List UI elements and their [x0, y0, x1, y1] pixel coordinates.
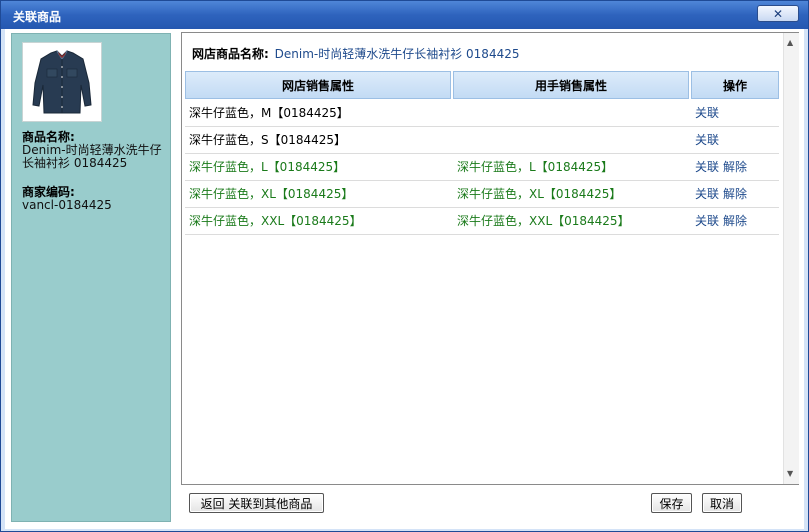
denim-shirt-image — [22, 42, 102, 122]
actions-cell: 关联 — [695, 127, 723, 153]
link-button[interactable]: 关联 — [695, 133, 719, 147]
actions-cell: 关联 解除 — [695, 154, 751, 180]
column-header-mapped-attr: 用手销售属性 — [453, 71, 689, 99]
scroll-up-icon[interactable]: ▲ — [787, 39, 793, 47]
product-name-label: 商品名称: — [22, 130, 75, 144]
product-info-sidebar: 商品名称: Denim-时尚轻薄水洗牛仔长袖衬衫 0184425 商家编码: v… — [11, 33, 171, 522]
title-bar[interactable]: 关联商品 ✕ — [1, 1, 808, 29]
shirt-icon — [23, 43, 101, 121]
store-product-value: Denim-时尚轻薄水洗牛仔长袖衬衫 0184425 — [274, 47, 520, 61]
store-attr-cell: 深牛仔蓝色，XXL【0184425】 — [189, 214, 362, 228]
associate-product-dialog: 关联商品 ✕ 商品名称: Denim-时尚轻薄水洗牛仔长袖衬衫 0184425 … — [0, 0, 809, 532]
mapped-attr-cell: 深牛仔蓝色，XXL【0184425】 — [457, 214, 630, 228]
link-button[interactable]: 关联 — [695, 214, 719, 228]
close-button[interactable]: ✕ — [757, 5, 799, 22]
merchant-code-label: 商家编码: — [22, 185, 75, 199]
unlink-button[interactable]: 解除 — [723, 187, 747, 201]
table-row: 深牛仔蓝色，M【0184425】 关联 — [185, 100, 779, 127]
store-attr-cell: 深牛仔蓝色，L【0184425】 — [189, 160, 346, 174]
link-button[interactable]: 关联 — [695, 160, 719, 174]
store-product-label: 网店商品名称: — [192, 47, 269, 61]
actions-cell: 关联 — [695, 100, 723, 126]
cancel-button[interactable]: 取消 — [702, 493, 742, 513]
column-header-actions: 操作 — [691, 71, 779, 99]
unlink-button[interactable]: 解除 — [723, 214, 747, 228]
close-icon: ✕ — [772, 6, 784, 21]
actions-cell: 关联 解除 — [695, 208, 751, 234]
table-row: 深牛仔蓝色，S【0184425】 关联 — [185, 127, 779, 154]
dialog-body: 商品名称: Denim-时尚轻薄水洗牛仔长袖衬衫 0184425 商家编码: v… — [5, 29, 804, 529]
column-header-store-attr: 网店销售属性 — [185, 71, 451, 99]
scroll-down-icon[interactable]: ▼ — [787, 470, 793, 478]
mapped-attr-cell: 深牛仔蓝色，L【0184425】 — [457, 160, 614, 174]
back-associate-other-button[interactable]: 返回 关联到其他商品 — [189, 493, 324, 513]
vertical-scrollbar[interactable]: ▲ ▼ — [783, 33, 799, 484]
table-row: 深牛仔蓝色，L【0184425】 深牛仔蓝色，L【0184425】 关联 解除 — [185, 154, 779, 181]
table-row: 深牛仔蓝色，XL【0184425】 深牛仔蓝色，XL【0184425】 关联 解除 — [185, 181, 779, 208]
link-button[interactable]: 关联 — [695, 187, 719, 201]
product-name-value: Denim-时尚轻薄水洗牛仔长袖衬衫 0184425 — [22, 143, 162, 170]
link-button[interactable]: 关联 — [695, 106, 719, 120]
save-button[interactable]: 保存 — [651, 493, 692, 513]
window-title: 关联商品 — [13, 10, 62, 24]
table-row: 深牛仔蓝色，XXL【0184425】 深牛仔蓝色，XXL【0184425】 关联… — [185, 208, 779, 235]
store-product-name: 网店商品名称: Denim-时尚轻薄水洗牛仔长袖衬衫 0184425 — [192, 45, 519, 62]
store-attr-cell: 深牛仔蓝色，S【0184425】 — [189, 133, 347, 147]
merchant-code-value: vancl-0184425 — [22, 198, 112, 212]
mapped-attr-cell: 深牛仔蓝色，XL【0184425】 — [457, 187, 622, 201]
store-attr-cell: 深牛仔蓝色，XL【0184425】 — [189, 187, 354, 201]
attribute-panel: 网店商品名称: Denim-时尚轻薄水洗牛仔长袖衬衫 0184425 网店销售属… — [181, 32, 799, 485]
unlink-button[interactable]: 解除 — [723, 160, 747, 174]
actions-cell: 关联 解除 — [695, 181, 751, 207]
store-attr-cell: 深牛仔蓝色，M【0184425】 — [189, 106, 349, 120]
